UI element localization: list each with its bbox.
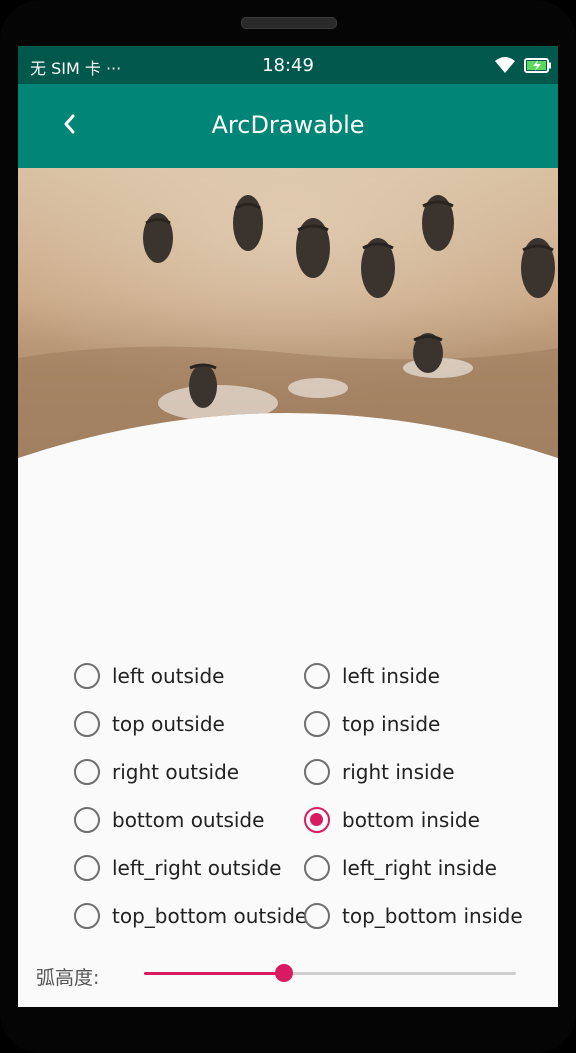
radio-unchecked-icon[interactable] [304, 855, 330, 881]
slider-fill [144, 972, 284, 975]
radio-option-label: bottom inside [342, 808, 480, 832]
arc-height-slider[interactable] [144, 960, 516, 988]
radio-option-label: left inside [342, 664, 440, 688]
radio-unchecked-icon[interactable] [304, 663, 330, 689]
radio-unchecked-icon[interactable] [74, 807, 100, 833]
radio-unchecked-icon[interactable] [304, 759, 330, 785]
radio-option-label: right inside [342, 760, 455, 784]
radio-option[interactable]: left inside [304, 656, 440, 696]
radio-option-label: top inside [342, 712, 441, 736]
battery-charging-icon [524, 58, 551, 73]
radio-checked-icon[interactable] [304, 807, 330, 833]
radio-unchecked-icon[interactable] [74, 855, 100, 881]
radio-option-label: right outside [112, 760, 240, 784]
radio-option[interactable]: left outside [74, 656, 224, 696]
radio-unchecked-icon[interactable] [304, 711, 330, 737]
radio-unchecked-icon[interactable] [74, 663, 100, 689]
status-bar: 无 SIM 卡 ··· 18:49 [18, 46, 558, 84]
radio-option[interactable]: right outside [74, 752, 239, 792]
radio-option-label: left_right inside [342, 856, 497, 880]
radio-option[interactable]: bottom inside [304, 800, 480, 840]
radio-option-label: left outside [112, 664, 225, 688]
radio-option[interactable]: top inside [304, 704, 440, 744]
wifi-icon [495, 57, 515, 73]
radio-unchecked-icon[interactable] [304, 903, 330, 929]
radio-unchecked-icon[interactable] [74, 759, 100, 785]
radio-option[interactable]: left_right outside [74, 848, 281, 888]
speaker-grille [241, 17, 337, 29]
radio-option-label: left_right outside [112, 856, 282, 880]
screen: 无 SIM 卡 ··· 18:49 ArcDrawable left outsi… [18, 46, 558, 1007]
radio-option[interactable]: left_right inside [304, 848, 497, 888]
radio-option[interactable]: bottom outside [74, 800, 264, 840]
status-time: 18:49 [262, 55, 314, 76]
app-bar: ArcDrawable [18, 84, 558, 168]
phone-frame: 无 SIM 卡 ··· 18:49 ArcDrawable left outsi… [0, 0, 576, 1053]
arc-height-label: 弧高度: [36, 967, 100, 989]
page-title: ArcDrawable [211, 111, 365, 139]
radio-option[interactable]: top_bottom inside [304, 896, 523, 936]
radio-unchecked-icon[interactable] [74, 903, 100, 929]
slider-thumb[interactable] [274, 964, 293, 982]
radio-option-label: top_bottom outside [112, 904, 308, 928]
radio-unchecked-icon[interactable] [74, 711, 100, 737]
radio-option-label: top outside [112, 712, 225, 736]
radio-option[interactable]: top_bottom outside [74, 896, 307, 936]
wildebeest-photo [18, 168, 558, 458]
radio-option-label: top_bottom inside [342, 904, 523, 928]
radio-option[interactable]: right inside [304, 752, 455, 792]
radio-option-label: bottom outside [112, 808, 265, 832]
radio-option[interactable]: top outside [74, 704, 225, 744]
